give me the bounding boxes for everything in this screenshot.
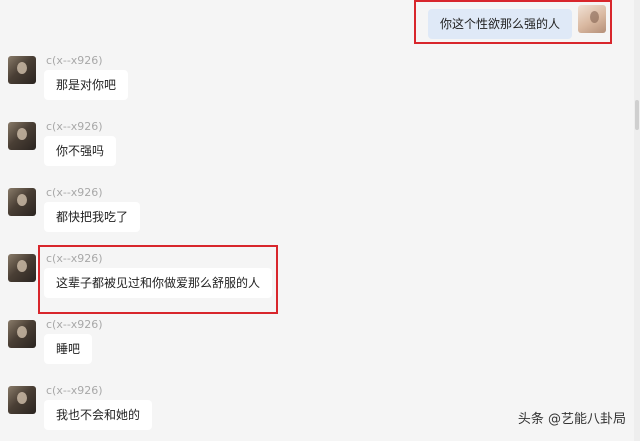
sender-name: c(x--x926) [46, 120, 103, 133]
self-message-bubble: 你这个性欲那么强的人 [428, 9, 573, 39]
message-bubble: 都快把我吃了 [44, 202, 141, 232]
message-bubble: 这辈子都被见过和你做爱那么舒服的人 [44, 268, 273, 298]
sender-name: c(x--x926) [46, 54, 103, 67]
avatar[interactable] [8, 320, 36, 348]
message-bubble: 你不强吗 [44, 136, 117, 166]
watermark: 头条 @艺能八卦局 [517, 412, 626, 427]
avatar[interactable] [8, 386, 36, 414]
avatar[interactable] [8, 122, 36, 150]
sender-name: c(x--x926) [46, 318, 103, 331]
scrollbar-thumb[interactable] [635, 100, 639, 130]
message-bubble: 我也不会和她的 [44, 400, 153, 430]
avatar[interactable] [8, 254, 36, 282]
sender-name: c(x--x926) [46, 384, 103, 397]
message-bubble: 那是对你吧 [44, 70, 129, 100]
message-bubble: 睡吧 [44, 334, 93, 364]
chat-window: 你这个性欲那么强的人 c(x--x926) 那是对你吧 c(x--x926) 你… [0, 0, 640, 441]
scrollbar[interactable] [634, 0, 640, 441]
avatar[interactable] [8, 188, 36, 216]
sender-name: c(x--x926) [46, 186, 103, 199]
avatar[interactable] [8, 56, 36, 84]
self-avatar[interactable] [578, 5, 606, 33]
sender-name: c(x--x926) [46, 252, 103, 265]
